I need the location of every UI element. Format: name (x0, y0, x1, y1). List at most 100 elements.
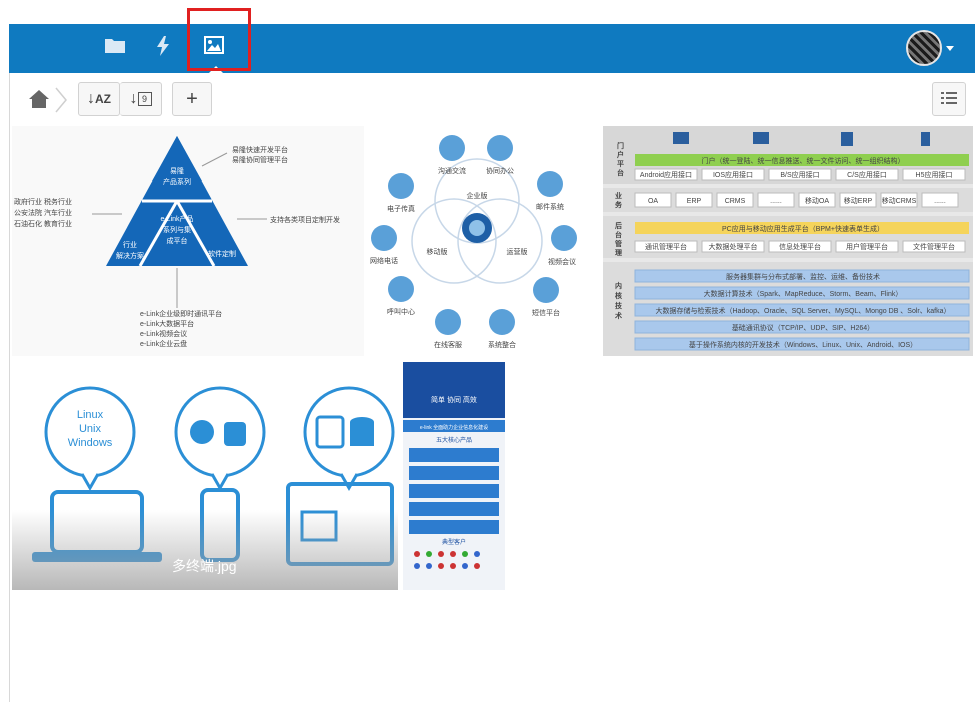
svg-text:邮件系统: 邮件系统 (536, 202, 564, 211)
svg-text:Unix: Unix (79, 423, 102, 435)
view-mode-button[interactable] (932, 82, 966, 116)
svg-text:解决方案: 解决方案 (116, 251, 144, 260)
svg-text:IOS应用接口: IOS应用接口 (713, 170, 753, 179)
add-label: + (186, 87, 198, 110)
svg-text:简单 协同 高效: 简单 协同 高效 (431, 395, 477, 404)
list-view-icon (941, 91, 957, 108)
svg-text:管: 管 (615, 239, 622, 248)
svg-text:......: ...... (770, 198, 782, 205)
svg-text:系列与集: 系列与集 (163, 225, 191, 234)
svg-text:运营版: 运营版 (507, 247, 528, 256)
svg-text:移动OA: 移动OA (805, 196, 829, 205)
svg-text:典型客户: 典型客户 (442, 538, 466, 546)
svg-text:公安法院 汽车行业: 公安法院 汽车行业 (14, 208, 72, 217)
thumbnail-caption: 多终端.jpg (12, 510, 398, 590)
svg-text:e-Link视频会议: e-Link视频会议 (140, 329, 187, 338)
svg-text:台: 台 (615, 230, 622, 239)
svg-text:业: 业 (615, 191, 622, 200)
svg-text:企业版: 企业版 (467, 191, 488, 200)
svg-text:H5应用接口: H5应用接口 (916, 170, 953, 179)
svg-text:五大核心产品: 五大核心产品 (436, 436, 472, 444)
svg-text:协同办公: 协同办公 (486, 166, 514, 175)
svg-text:e-link 全面助力企业信息化建设: e-link 全面助力企业信息化建设 (420, 424, 488, 431)
svg-text:易隆协同管理平台: 易隆协同管理平台 (232, 155, 288, 164)
bolt-icon[interactable] (156, 36, 170, 61)
svg-text:C/S应用接口: C/S应用接口 (847, 170, 887, 179)
image-thumbnail-multiterminal[interactable]: Linux Unix Windows 多终端.jpg (12, 362, 398, 590)
top-nav-bar (9, 24, 975, 73)
sort-by-date-button[interactable]: ↓ 9 (120, 82, 162, 116)
svg-text:视频会议: 视频会议 (548, 257, 576, 266)
add-button[interactable]: + (172, 82, 212, 116)
svg-text:用户管理平台: 用户管理平台 (846, 242, 888, 251)
svg-text:呼叫中心: 呼叫中心 (387, 307, 415, 316)
poster-image: 简单 协同 高效 e-link 全面助力企业信息化建设 五大核心产品 典型客户 (403, 362, 505, 590)
svg-text:后: 后 (615, 221, 622, 230)
svg-text:成平台: 成平台 (167, 236, 188, 245)
breadcrumb-separator-icon (54, 86, 68, 114)
svg-text:易隆快速开发平台: 易隆快速开发平台 (232, 145, 288, 154)
svg-text:......: ...... (934, 198, 946, 205)
venn-diagram: 企业版 移动版 运营版 沟通交流 协同办公 邮件系统 视频会议 短信平台 系统整… (364, 126, 590, 356)
svg-text:文件管理平台: 文件管理平台 (913, 242, 955, 251)
svg-text:Linux: Linux (77, 409, 104, 421)
svg-text:产品系列: 产品系列 (163, 177, 191, 186)
svg-text:在线客服: 在线客服 (434, 340, 462, 349)
svg-text:户: 户 (617, 150, 624, 159)
svg-text:术: 术 (614, 311, 622, 320)
svg-text:OA: OA (648, 198, 658, 205)
svg-text:门: 门 (617, 141, 624, 150)
svg-text:短信平台: 短信平台 (532, 308, 560, 317)
avatar[interactable] (906, 30, 942, 66)
svg-text:核: 核 (615, 291, 622, 300)
image-thumbnail-venn[interactable]: 企业版 移动版 运营版 沟通交流 协同办公 邮件系统 视频会议 短信平台 系统整… (364, 126, 590, 356)
svg-text:沟通交流: 沟通交流 (438, 166, 466, 175)
svg-text:移动CRMS: 移动CRMS (882, 196, 917, 205)
svg-text:CRMS: CRMS (725, 198, 746, 205)
folder-icon[interactable] (105, 37, 125, 58)
sort-by-name-button[interactable]: ↓ AZ (78, 82, 120, 116)
image-thumbnail-pyramid[interactable]: 易隆 产品系列 e-Link产品 系列与集 成平台 行业 解决方案 软件定制 易… (12, 126, 368, 356)
svg-text:e-Link企业级即时通讯平台: e-Link企业级即时通讯平台 (140, 309, 222, 318)
svg-text:移动ERP: 移动ERP (844, 196, 873, 205)
image-thumbnail-architecture[interactable]: 门户（统一登陆、统一信息推送、统一文件访问、统一组织结构） Android应用接… (603, 126, 973, 356)
thumbnail-filename: 多终端.jpg (172, 558, 237, 574)
sort-az-label: AZ (95, 92, 111, 106)
chevron-down-icon[interactable] (946, 46, 954, 51)
svg-text:行业: 行业 (123, 240, 137, 249)
svg-text:大数据处理平台: 大数据处理平台 (709, 242, 758, 251)
svg-text:网络电话: 网络电话 (370, 256, 398, 265)
architecture-diagram: 门户（统一登陆、统一信息推送、统一文件访问、统一组织结构） Android应用接… (603, 126, 973, 356)
sort-arrow-icon: ↓ (129, 90, 138, 107)
svg-text:系统整合: 系统整合 (488, 340, 516, 349)
home-icon[interactable] (28, 88, 50, 110)
svg-text:平: 平 (617, 160, 624, 168)
svg-text:Windows: Windows (68, 437, 113, 449)
svg-text:台: 台 (617, 168, 624, 177)
svg-text:石油石化 教育行业: 石油石化 教育行业 (14, 219, 72, 228)
svg-text:通讯管理平台: 通讯管理平台 (645, 242, 687, 251)
svg-text:软件定制: 软件定制 (208, 249, 236, 258)
highlight-box (187, 8, 251, 71)
svg-text:政府行业 税务行业: 政府行业 税务行业 (14, 197, 72, 206)
svg-text:务: 务 (615, 200, 623, 209)
svg-text:Android应用接口: Android应用接口 (640, 170, 692, 179)
svg-text:服务器集群与分布式部署、监控、运维、备份技术: 服务器集群与分布式部署、监控、运维、备份技术 (726, 272, 880, 281)
svg-text:信息处理平台: 信息处理平台 (779, 242, 821, 251)
svg-text:大数据存储与检索技术（Hadoop、Oracle、SQL S: 大数据存储与检索技术（Hadoop、Oracle、SQL Server、MySQ… (656, 306, 951, 315)
svg-text:PC应用与移动应用生成平台（BPM+快速表单生成）: PC应用与移动应用生成平台（BPM+快速表单生成） (722, 224, 884, 233)
svg-text:技: 技 (615, 301, 623, 310)
pyramid-diagram: 易隆 产品系列 e-Link产品 系列与集 成平台 行业 解决方案 软件定制 易… (12, 126, 368, 356)
svg-text:e-Link大数据平台: e-Link大数据平台 (140, 319, 194, 328)
svg-text:电子传真: 电子传真 (387, 204, 415, 213)
svg-text:B/S应用接口: B/S应用接口 (780, 170, 819, 179)
svg-text:移动版: 移动版 (427, 247, 448, 256)
svg-text:理: 理 (615, 248, 622, 257)
svg-text:大数据计算技术（Spark、MapReduce、Storm、: 大数据计算技术（Spark、MapReduce、Storm、Beam、Flink… (704, 289, 903, 298)
image-thumbnail-poster[interactable]: 简单 协同 高效 e-link 全面助力企业信息化建设 五大核心产品 典型客户 (403, 362, 505, 590)
sort-arrow-icon: ↓ (87, 90, 95, 107)
svg-text:基础通讯协议（TCP/IP、UDP、SIP、H264）: 基础通讯协议（TCP/IP、UDP、SIP、H264） (732, 323, 874, 332)
svg-text:内: 内 (615, 281, 622, 290)
svg-text:e-Link产品: e-Link产品 (160, 214, 193, 223)
svg-text:基于操作系统内核的开发技术（Windows、Linux、Un: 基于操作系统内核的开发技术（Windows、Linux、Unix、Android… (689, 340, 917, 349)
